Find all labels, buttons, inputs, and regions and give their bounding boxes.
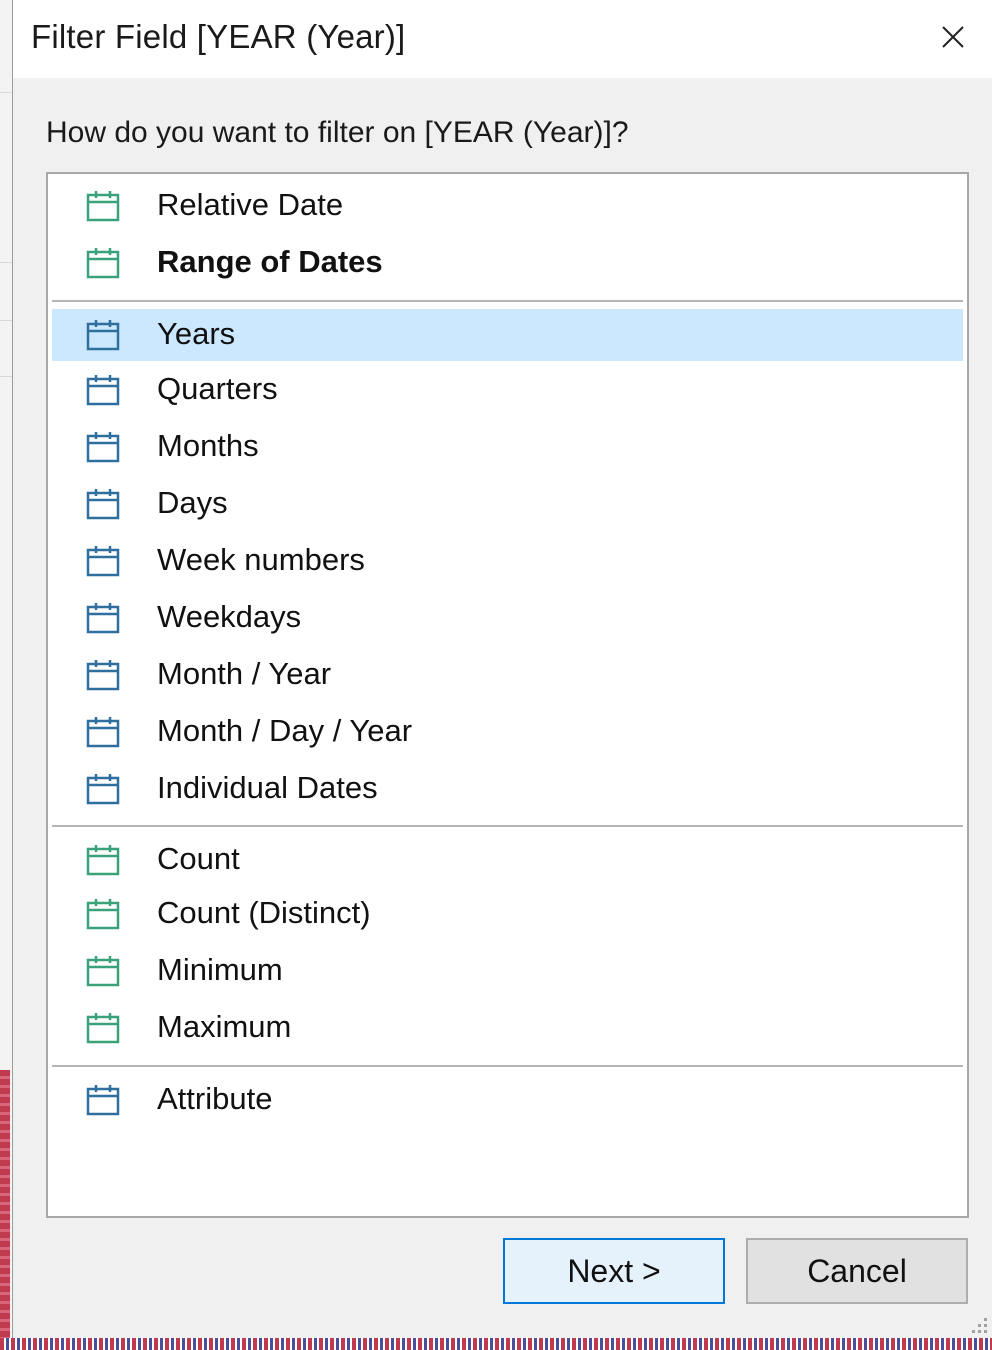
- list-item-label: Month / Day / Year: [157, 713, 413, 748]
- calendar-blue-icon: [86, 774, 120, 805]
- list-item[interactable]: Weekdays: [52, 592, 963, 644]
- background-window-edge: [0, 0, 12, 1350]
- list-item[interactable]: Week numbers: [52, 535, 963, 587]
- list-item-label: Quarters: [157, 371, 278, 406]
- calendar-green-icon: [86, 1013, 120, 1044]
- calendar-green-icon: [86, 248, 120, 279]
- group-divider: [52, 300, 963, 302]
- calendar-blue-icon: [86, 489, 120, 520]
- calendar-blue-icon: [86, 375, 120, 406]
- close-icon: [942, 26, 964, 48]
- list-item-label: Count: [157, 841, 240, 876]
- group-divider: [52, 1065, 963, 1067]
- cancel-button[interactable]: Cancel: [746, 1238, 968, 1304]
- list-item-label: Attribute: [157, 1081, 273, 1116]
- list-item-label: Days: [157, 485, 228, 520]
- group-divider: [52, 825, 963, 827]
- filter-type-listbox[interactable]: Relative Date Range of Dates Years Quarters…: [46, 172, 969, 1218]
- list-item[interactable]: Month / Year: [52, 649, 963, 701]
- list-item-label: Minimum: [157, 952, 283, 987]
- screen: Filter Field [YEAR (Year)] How do you wa…: [0, 0, 992, 1350]
- list-item[interactable]: Minimum: [52, 945, 963, 997]
- list-item[interactable]: Maximum: [52, 1002, 963, 1054]
- list-item-label: Count (Distinct): [157, 895, 371, 930]
- calendar-blue-icon: [86, 320, 120, 351]
- dialog-title: Filter Field [YEAR (Year)]: [31, 18, 406, 55]
- background-divider: [0, 376, 12, 377]
- list-item-label: Relative Date: [157, 187, 344, 222]
- filter-question: How do you want to filter on [YEAR (Year…: [46, 116, 629, 149]
- calendar-blue-icon: [86, 546, 120, 577]
- list-item[interactable]: Count (Distinct): [52, 888, 963, 940]
- list-item[interactable]: Month / Day / Year: [52, 706, 963, 758]
- calendar-green-icon: [86, 899, 120, 930]
- calendar-blue-icon: [86, 1085, 120, 1116]
- calendar-green-icon: [86, 845, 120, 876]
- list-item[interactable]: Range of Dates: [52, 237, 963, 289]
- calendar-green-icon: [86, 191, 120, 222]
- calendar-blue-icon: [86, 660, 120, 691]
- calendar-blue-icon: [86, 717, 120, 748]
- background-chart-bottom-strip: [0, 1338, 992, 1350]
- list-item-label: Month / Year: [157, 656, 332, 691]
- list-item[interactable]: Attribute: [52, 1074, 963, 1126]
- list-item-label: Weekdays: [157, 599, 302, 634]
- list-item-label: Individual Dates: [157, 770, 378, 805]
- list-item[interactable]: Months: [52, 421, 963, 473]
- next-button[interactable]: Next >: [503, 1238, 725, 1304]
- list-item[interactable]: Relative Date: [52, 180, 963, 232]
- list-item[interactable]: Count: [52, 834, 963, 886]
- background-divider: [0, 320, 12, 321]
- background-chart-strip: [0, 1070, 10, 1340]
- list-item-label: Maximum: [157, 1009, 292, 1044]
- list-item[interactable]: Days: [52, 478, 963, 530]
- list-item[interactable]: Quarters: [52, 364, 963, 416]
- dialog-titlebar: Filter Field [YEAR (Year)]: [13, 0, 992, 78]
- list-item-label: Range of Dates: [157, 244, 383, 279]
- calendar-blue-icon: [86, 603, 120, 634]
- close-button[interactable]: [927, 14, 979, 60]
- calendar-green-icon: [86, 956, 120, 987]
- resize-grip-icon[interactable]: [966, 1312, 990, 1336]
- background-divider: [0, 262, 12, 263]
- background-divider: [0, 92, 12, 93]
- list-item[interactable]: Years: [52, 309, 963, 361]
- filter-field-dialog: Filter Field [YEAR (Year)] How do you wa…: [12, 0, 992, 1338]
- list-item[interactable]: Individual Dates: [52, 763, 963, 815]
- list-item-label: Months: [157, 428, 259, 463]
- list-item-label: Years: [157, 316, 236, 351]
- calendar-blue-icon: [86, 432, 120, 463]
- list-item-label: Week numbers: [157, 542, 365, 577]
